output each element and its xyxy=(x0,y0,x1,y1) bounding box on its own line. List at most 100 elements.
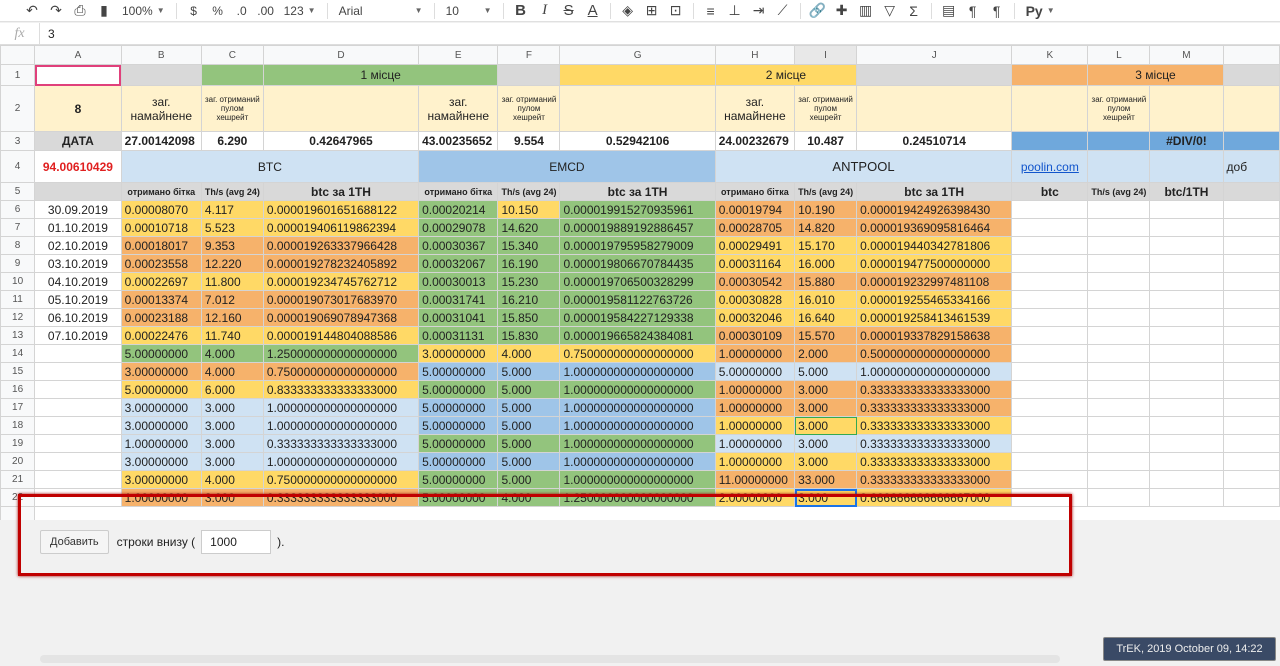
cell[interactable]: 1.000000000000000000 xyxy=(559,470,716,489)
cell[interactable]: 0.000019234745762712 xyxy=(262,272,420,291)
cell[interactable] xyxy=(1222,380,1280,399)
cell[interactable]: 0.000019889192886457 xyxy=(559,218,716,237)
cell[interactable] xyxy=(1222,326,1280,345)
cell[interactable]: 0.000019369095816464 xyxy=(856,218,1013,237)
cell[interactable]: 30.09.2019 xyxy=(34,200,122,219)
link-icon[interactable]: 🔗 xyxy=(806,0,830,21)
vertical-align-icon[interactable]: ⊥ xyxy=(723,0,747,21)
cell[interactable] xyxy=(120,64,202,86)
row-header[interactable]: 14 xyxy=(0,344,36,363)
cell[interactable]: 0.000019706500328299 xyxy=(559,272,716,291)
cell[interactable] xyxy=(1222,362,1280,381)
cell[interactable] xyxy=(1011,236,1089,255)
cell[interactable] xyxy=(1149,452,1224,471)
cell[interactable]: 0.00030013 xyxy=(418,272,499,291)
emcd-pool-header[interactable]: EMCD xyxy=(418,150,716,183)
cell[interactable]: btc/1TH xyxy=(1149,182,1224,201)
cell[interactable]: 1.000000000000000000 xyxy=(856,362,1013,381)
cell[interactable]: 5.00000000 xyxy=(120,344,202,363)
cell[interactable] xyxy=(1011,200,1089,219)
cell[interactable]: 1.250000000000000000 xyxy=(262,344,420,363)
cell[interactable] xyxy=(1149,272,1224,291)
text-rotation-icon[interactable]: ⟋ xyxy=(771,0,795,21)
cell[interactable]: 5.00000000 xyxy=(418,416,499,435)
cell[interactable]: 3.00000000 xyxy=(418,344,499,363)
cell[interactable]: 16.010 xyxy=(794,290,858,309)
row-header[interactable]: 8 xyxy=(0,236,36,255)
cell[interactable] xyxy=(1149,398,1224,417)
cell[interactable]: 0.000019795958279009 xyxy=(559,236,716,255)
cell[interactable]: 0.333333333333333000 xyxy=(856,398,1013,417)
cell[interactable] xyxy=(34,452,122,471)
cell[interactable]: 5.00000000 xyxy=(418,452,499,471)
cell[interactable] xyxy=(1011,218,1089,237)
cell[interactable]: 0.750000000000000000 xyxy=(262,470,420,489)
cell[interactable]: 0.000019406119862394 xyxy=(262,218,420,237)
cell[interactable]: 3.000 xyxy=(794,380,858,399)
cell[interactable]: 0.00023558 xyxy=(120,254,202,273)
cell[interactable]: 03.10.2019 xyxy=(34,254,122,273)
cell[interactable] xyxy=(559,85,716,132)
cell[interactable] xyxy=(1011,308,1089,327)
cell[interactable]: 0.333333333333333000 xyxy=(856,416,1013,435)
cell[interactable] xyxy=(1087,344,1151,363)
cell[interactable]: 15.230 xyxy=(497,272,561,291)
cell[interactable] xyxy=(1222,64,1280,86)
cell[interactable]: 33.000 xyxy=(794,470,858,489)
cell[interactable] xyxy=(1011,470,1089,489)
cell[interactable] xyxy=(1087,380,1151,399)
cell[interactable] xyxy=(1222,488,1280,507)
cell[interactable]: 0.24510714 xyxy=(856,131,1013,151)
cell[interactable]: 4.000 xyxy=(200,362,264,381)
cell[interactable]: 0.00010718 xyxy=(120,218,202,237)
cell[interactable] xyxy=(1011,434,1089,453)
formula-input[interactable]: 3 xyxy=(40,27,55,41)
cell[interactable]: 3.000 xyxy=(794,416,858,435)
cell[interactable] xyxy=(1087,308,1151,327)
cell[interactable]: 12.160 xyxy=(200,308,264,327)
cell[interactable] xyxy=(1087,236,1151,255)
cell[interactable]: 9.554 xyxy=(497,131,561,151)
column-header[interactable]: C xyxy=(200,45,264,65)
cell[interactable]: 10.150 xyxy=(497,200,561,219)
cell[interactable]: 3.00000000 xyxy=(120,362,202,381)
cell[interactable]: 3.000 xyxy=(200,452,264,471)
cell[interactable] xyxy=(1149,290,1224,309)
cell[interactable]: 1.000000000000000000 xyxy=(559,362,716,381)
cell[interactable] xyxy=(1222,434,1280,453)
cell[interactable]: ДАТА xyxy=(34,131,122,151)
rtl-icon[interactable]: ¶ xyxy=(985,0,1009,21)
row-header[interactable]: 4 xyxy=(0,150,36,183)
cell[interactable]: 3.00000000 xyxy=(120,452,202,471)
cell[interactable]: заг. намайнене xyxy=(714,85,796,132)
cell[interactable] xyxy=(1011,416,1089,435)
cell[interactable]: 04.10.2019 xyxy=(34,272,122,291)
place-2-header[interactable]: 2 місце xyxy=(714,64,858,86)
cell[interactable]: 0.00029078 xyxy=(418,218,499,237)
cell[interactable]: 1.000000000000000000 xyxy=(559,452,716,471)
comment-icon[interactable]: ✚ xyxy=(830,0,854,21)
cell[interactable]: 4.000 xyxy=(200,344,264,363)
cell[interactable]: 1.00000000 xyxy=(120,434,202,453)
cell[interactable] xyxy=(1149,326,1224,345)
cell[interactable]: 0.00030367 xyxy=(418,236,499,255)
cell[interactable]: 1.00000000 xyxy=(714,434,796,453)
cell[interactable] xyxy=(1222,254,1280,273)
cell[interactable]: 0.00022697 xyxy=(120,272,202,291)
cell[interactable] xyxy=(1149,362,1224,381)
cell[interactable]: 0.000019915270935961 xyxy=(559,200,716,219)
cell[interactable] xyxy=(1222,272,1280,291)
cell[interactable]: 1.00000000 xyxy=(714,344,796,363)
cell[interactable] xyxy=(34,64,122,86)
cell[interactable]: 0.00008070 xyxy=(120,200,202,219)
column-header[interactable]: J xyxy=(856,45,1013,65)
cell[interactable]: 0.00022476 xyxy=(120,326,202,345)
cell[interactable]: 0.00029491 xyxy=(714,236,796,255)
cell[interactable]: btc за 1TH xyxy=(262,182,420,201)
cell[interactable] xyxy=(1087,150,1151,183)
cell[interactable] xyxy=(1087,470,1151,489)
cell[interactable] xyxy=(1149,254,1224,273)
cell[interactable]: 0.500000000000000000 xyxy=(856,344,1013,363)
cell[interactable]: 4.117 xyxy=(200,200,264,219)
cell[interactable] xyxy=(34,416,122,435)
